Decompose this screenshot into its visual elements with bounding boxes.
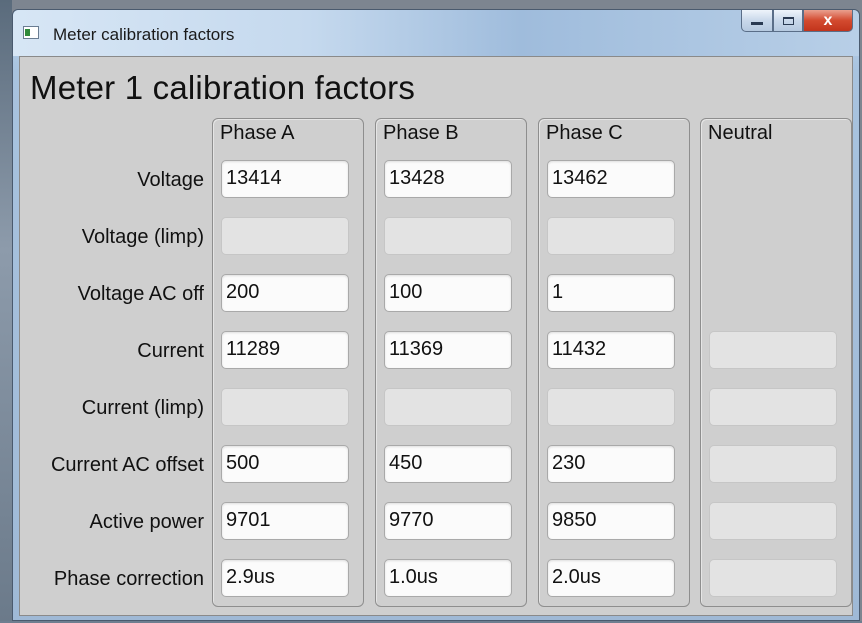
phase-correction-neutral-field	[709, 559, 837, 597]
column-header-phase-c: Phase C	[546, 122, 623, 144]
row-label-current-limp: Current (limp)	[81, 397, 204, 419]
current-limp-neutral-field	[709, 388, 837, 426]
active-power-phase-b-field[interactable]: 9770	[384, 502, 512, 540]
column-header-phase-a: Phase A	[220, 122, 295, 144]
voltage-limp-phase-a-field	[221, 217, 349, 255]
row-label-phase-correction: Phase correction	[53, 568, 204, 590]
voltage-phase-a-field[interactable]: 13414	[221, 160, 349, 198]
active-power-phase-c-field[interactable]: 9850	[547, 502, 675, 540]
desktop-background	[0, 0, 12, 623]
row-label-voltage-ac-off: Voltage AC off	[77, 283, 204, 305]
column-header-phase-b: Phase B	[383, 122, 459, 144]
row-label-current-ac-offset: Current AC offset	[50, 454, 204, 476]
current-limp-phase-c-field	[547, 388, 675, 426]
active-power-neutral-field	[709, 502, 837, 540]
current-phase-b-field[interactable]: 11369	[384, 331, 512, 369]
row-label-voltage: Voltage	[137, 169, 204, 191]
window-title: Meter calibration factors	[53, 25, 235, 44]
voltage-ac-off-phase-b-field[interactable]: 100	[384, 274, 512, 312]
current-ac-offset-phase-b-field[interactable]: 450	[384, 445, 512, 483]
current-limp-phase-a-field	[221, 388, 349, 426]
voltage-ac-off-phase-a-field[interactable]: 200	[221, 274, 349, 312]
current-phase-c-field[interactable]: 11432	[547, 331, 675, 369]
phase-correction-phase-b-field[interactable]: 1.0us	[384, 559, 512, 597]
voltage-ac-off-phase-c-field[interactable]: 1	[547, 274, 675, 312]
page-title: Meter 1 calibration factors	[30, 69, 416, 106]
app-icon[interactable]	[23, 26, 39, 39]
minimize-icon	[751, 22, 763, 25]
close-button[interactable]: x	[803, 10, 853, 32]
current-ac-offset-neutral-field	[709, 445, 837, 483]
window-controls: x	[741, 10, 853, 34]
voltage-phase-b-field[interactable]: 13428	[384, 160, 512, 198]
maximize-icon	[782, 16, 794, 25]
maximize-button[interactable]	[773, 10, 803, 32]
row-label-current: Current	[137, 340, 204, 362]
column-header-neutral: Neutral	[708, 122, 773, 144]
title-bar[interactable]: Meter calibration factors x	[13, 10, 859, 56]
current-phase-a-field[interactable]: 11289	[221, 331, 349, 369]
phase-correction-phase-a-field[interactable]: 2.9us	[221, 559, 349, 597]
row-label-active-power: Active power	[89, 511, 205, 533]
voltage-limp-phase-c-field	[547, 217, 675, 255]
current-ac-offset-phase-c-field[interactable]: 230	[547, 445, 675, 483]
row-label-voltage-limp: Voltage (limp)	[81, 226, 204, 248]
current-limp-phase-b-field	[384, 388, 512, 426]
current-neutral-field	[709, 331, 837, 369]
active-power-phase-a-field[interactable]: 9701	[221, 502, 349, 540]
voltage-phase-c-field[interactable]: 13462	[547, 160, 675, 198]
current-ac-offset-phase-a-field[interactable]: 500	[221, 445, 349, 483]
calibration-window: Meter calibration factors x Meter 1 cali…	[12, 9, 860, 621]
close-icon: x	[823, 11, 833, 29]
client-area: Meter 1 calibration factors Phase A Phas…	[19, 56, 853, 616]
phase-correction-phase-c-field[interactable]: 2.0us	[547, 559, 675, 597]
minimize-button[interactable]	[741, 10, 773, 32]
voltage-limp-phase-b-field	[384, 217, 512, 255]
